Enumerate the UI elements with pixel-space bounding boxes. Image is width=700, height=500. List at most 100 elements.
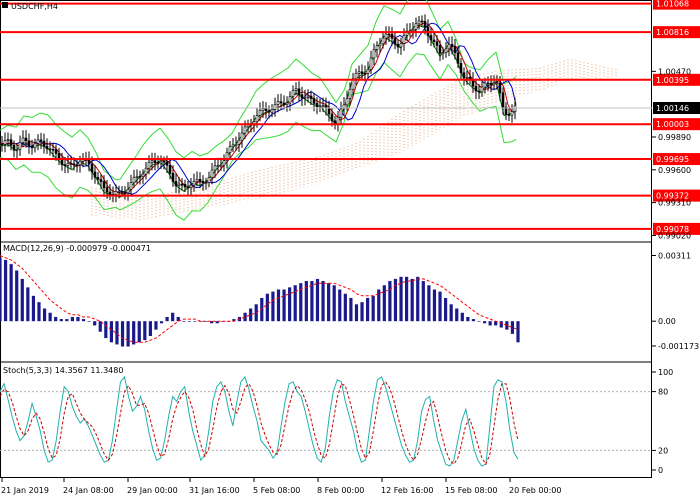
candle-body [78,160,82,166]
candle-body [459,63,463,74]
macd-histogram-bar [115,321,119,345]
x-axis-tick-label: 24 Jan 08:00 [63,486,114,495]
candle-body [114,191,118,195]
price-axis-tick-label: 0.99600 [658,166,691,175]
symbol-icon [2,2,8,8]
candle-body [447,44,451,50]
candle-body [411,29,415,32]
candle-body [396,43,400,48]
candle-body [123,192,127,194]
candle-body [54,149,58,154]
level-badge-label: 0.99695 [656,155,689,164]
macd-histogram-bar [65,319,69,322]
macd-histogram-bar [310,281,314,322]
macd-histogram-bar [276,289,281,322]
macd-histogram-bar [360,302,364,322]
candle-body [192,181,196,186]
macd-histogram-bar [332,285,336,322]
candle-body [120,190,124,193]
macd-histogram-bar [165,316,169,322]
macd-histogram-bar [455,308,459,322]
macd-histogram-bar [109,321,113,343]
price-axis-tick-label: 0.99020 [658,231,691,240]
macd-histogram-bar [37,302,41,322]
macd-histogram-bar [477,321,481,322]
macd-histogram-bar [405,276,409,322]
stoch-axis-tick-label: 100 [658,368,673,377]
candle-body [510,111,514,116]
candle-body [507,114,511,116]
x-axis-tick-label: 12 Feb 16:00 [381,486,433,495]
candle-body [6,139,10,142]
candle-body [414,23,418,30]
macd-axis-tick-label: 0.00 [658,317,676,326]
candle-body [159,160,163,164]
candle-body [477,90,481,93]
candle-body [399,43,403,48]
candle-body [474,85,478,92]
macd-histogram-bar [349,297,353,322]
candle-body [240,132,244,141]
candle-body [291,90,295,97]
macd-histogram-bar [9,264,13,322]
candle-body [480,86,484,93]
candle-body [390,33,394,39]
macd-histogram-bar [70,316,75,322]
candle-body [42,140,46,147]
macd-histogram-bar [126,321,130,347]
candle-body [435,41,439,46]
candle-body [99,179,103,182]
candle-body [93,171,97,178]
stoch-axis-tick-label: 80 [658,388,668,397]
candle-body [210,169,214,178]
candle-body [309,95,313,99]
candle-body [273,104,277,110]
candle-body [183,183,187,188]
candle-body [261,108,265,111]
macd-label: MACD(12,26,9) -0.000979 -0.000471 [3,244,151,253]
candle-body [69,162,73,165]
candle-body [174,181,178,187]
candle-body [393,38,397,45]
macd-histogram-bar [54,316,58,322]
candle-body [162,160,166,163]
candle-body [117,190,121,193]
macd-histogram-bar [488,321,492,326]
macd-histogram-bar [3,259,8,322]
current-price-label: 1.00146 [656,104,689,113]
candle-body [105,187,109,193]
candle-body [195,179,199,182]
candle-body [432,39,436,43]
macd-histogram-bar [31,295,36,322]
macd-histogram-bar [388,281,392,322]
x-axis-tick-label: 31 Jan 16:00 [189,486,240,495]
candle-body [204,182,208,184]
macd-histogram-bar [0,257,2,322]
candle-body [357,71,361,74]
macd-histogram-bar [98,321,102,332]
candle-body [48,148,52,151]
candle-body [489,82,493,86]
candle-body [315,103,319,107]
candle-body [63,164,67,166]
macd-histogram-bar [87,321,91,322]
candle-body [303,97,307,99]
candle-body [285,102,289,106]
candle-body [360,71,364,74]
macd-histogram-bar [76,316,80,322]
candle-body [318,105,322,108]
candle-body [282,102,286,106]
candle-body [444,48,448,54]
candle-body [66,162,70,166]
candle-body [465,76,469,79]
candle-body [153,160,157,163]
x-axis-tick-label: 5 Feb 08:00 [253,486,300,495]
plot-frame [0,0,652,478]
macd-histogram-bar [171,312,175,322]
candle-body [30,145,34,149]
macd-histogram-bar [338,289,342,322]
macd-histogram-bar [159,321,164,324]
macd-histogram-bar [81,319,86,322]
x-axis-tick-label: 8 Feb 00:00 [317,486,364,495]
price-axis-tick-label: 1.00470 [658,67,691,76]
